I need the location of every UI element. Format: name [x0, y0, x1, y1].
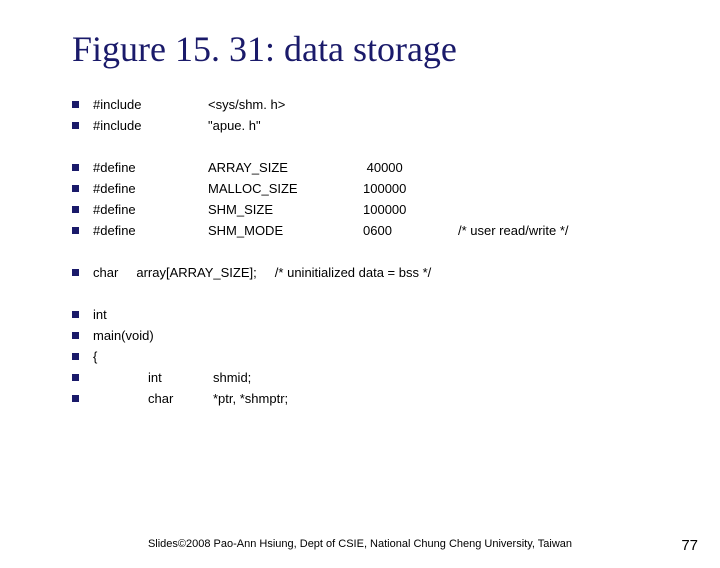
code-body: #include<sys/shm. h>#include"apue. h" #de…: [96, 94, 720, 409]
bullet-icon: [72, 227, 79, 234]
code-line: #defineMALLOC_SIZE100000: [96, 178, 720, 199]
bullet-icon: [72, 269, 79, 276]
code-line: #defineSHM_SIZE100000: [96, 199, 720, 220]
code-line: char*ptr, *shmptr;: [96, 388, 720, 409]
bullet-icon: [72, 101, 79, 108]
slide-title: Figure 15. 31: data storage: [72, 28, 720, 70]
bullet-icon: [72, 395, 79, 402]
bullet-icon: [72, 353, 79, 360]
bullet-icon: [72, 164, 79, 171]
code-line: char array[ARRAY_SIZE]; /* uninitialized…: [96, 262, 720, 283]
bullet-icon: [72, 311, 79, 318]
code-line: #defineSHM_MODE0600/* user read/write */: [96, 220, 720, 241]
bullet-icon: [72, 122, 79, 129]
code-line: #include<sys/shm. h>: [96, 94, 720, 115]
bullet-icon: [72, 185, 79, 192]
bullet-icon: [72, 332, 79, 339]
code-line: int: [96, 304, 720, 325]
code-line: #defineARRAY_SIZE 40000: [96, 157, 720, 178]
code-line: main(void): [96, 325, 720, 346]
bullet-icon: [72, 374, 79, 381]
code-line: intshmid;: [96, 367, 720, 388]
code-line: #include"apue. h": [96, 115, 720, 136]
bullet-icon: [72, 206, 79, 213]
code-line: {: [96, 346, 720, 367]
